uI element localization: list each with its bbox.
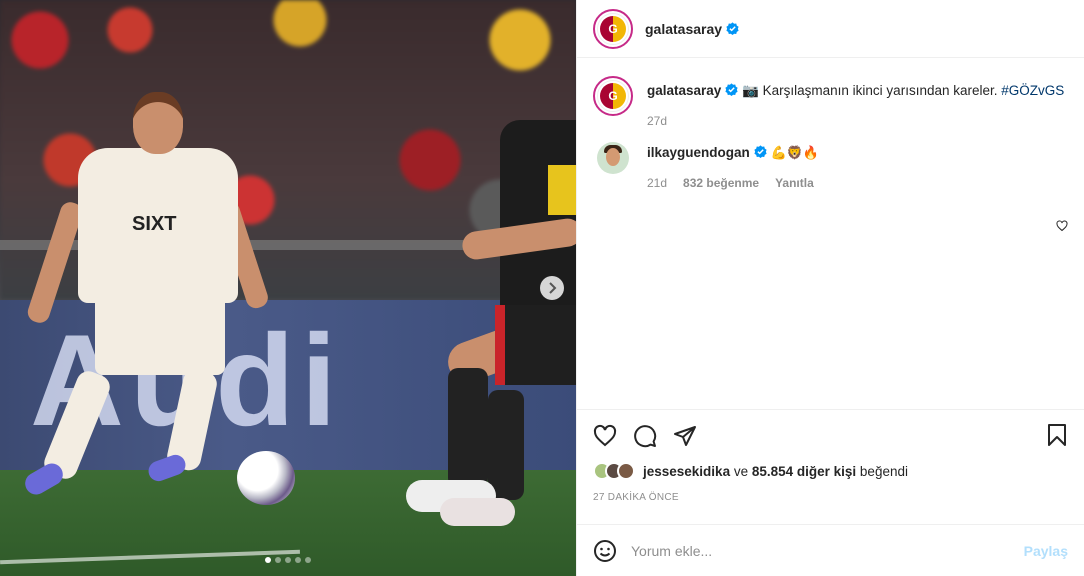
chevron-right-icon <box>549 282 557 294</box>
caption-text: galatasaray 📷 Karşılaşmanın ikinci yarıs… <box>647 82 1068 100</box>
verified-badge-icon <box>754 145 767 158</box>
commenter-username[interactable]: ilkayguendogan <box>647 145 750 160</box>
post-comment-button[interactable]: Paylaş <box>1024 543 1068 559</box>
caption-hashtag[interactable]: #GÖZvGS <box>1001 83 1064 98</box>
likes-connector: ve <box>730 463 752 479</box>
liker-avatars[interactable] <box>593 462 635 480</box>
caption-avatar[interactable]: G <box>593 76 633 116</box>
opponent-sock <box>448 368 488 488</box>
liker-avatar <box>617 462 635 480</box>
comment-reply-button[interactable]: Yanıtla <box>775 176 814 190</box>
likes-summary: jessesekidika ve 85.854 diğer kişi beğen… <box>593 462 1068 480</box>
post-header: G galatasaray <box>577 0 1084 58</box>
likes-others-link[interactable]: 85.854 diğer kişi <box>752 464 856 479</box>
comment-row: ilkayguendogan 💪🦁🔥 21d 832 beğenme Yanıt… <box>593 142 1068 190</box>
commenter-avatar[interactable] <box>597 142 629 174</box>
galatasaray-logo-icon: G <box>600 15 626 42</box>
opponent-shorts <box>495 305 576 385</box>
comment-message: 💪🦁🔥 <box>770 145 820 160</box>
author-avatar[interactable]: G <box>593 8 633 49</box>
post-actions: jessesekidika ve 85.854 diğer kişi beğen… <box>577 409 1084 524</box>
comment-text: ilkayguendogan 💪🦁🔥 <box>647 144 1068 162</box>
comment-body: ilkayguendogan 💪🦁🔥 21d 832 beğenme Yanıt… <box>647 142 1068 190</box>
sponsor-logo: SIXT <box>132 213 177 235</box>
camera-emoji: 📷 <box>742 83 759 98</box>
caption-body: galatasaray 📷 Karşılaşmanın ikinci yarıs… <box>647 76 1068 128</box>
post-timestamp[interactable]: 27 DAKİKA ÖNCE <box>593 492 1068 503</box>
player-head <box>133 92 183 154</box>
first-liker-username[interactable]: jessesekidika <box>643 464 730 479</box>
carousel-dot <box>295 557 301 563</box>
player-shorts <box>95 295 225 375</box>
carousel-dot <box>265 557 271 563</box>
action-bar <box>593 422 1068 450</box>
instagram-post: Audi SIXT G <box>0 0 1084 576</box>
carousel-dot <box>275 557 281 563</box>
verified-badge-icon <box>725 83 738 96</box>
author-username[interactable]: galatasaray <box>645 21 722 37</box>
comment-bubble-icon[interactable] <box>633 424 657 448</box>
carousel-indicator <box>0 557 576 563</box>
carousel-dot <box>305 557 311 563</box>
post-media[interactable]: Audi SIXT <box>0 0 576 576</box>
comments-section: G galatasaray 📷 Karşılaşmanın ikinci yar… <box>577 58 1084 409</box>
likes-suffix: beğendi <box>856 463 908 479</box>
comment-input[interactable] <box>631 542 1024 559</box>
galatasaray-logo-icon: G <box>600 83 626 109</box>
caption-username[interactable]: galatasaray <box>647 83 721 98</box>
caption-meta: 27d <box>647 114 1068 128</box>
save-bookmark-icon[interactable] <box>1046 423 1068 447</box>
carousel-next-button[interactable] <box>540 276 564 300</box>
football <box>237 451 295 505</box>
comment-age[interactable]: 21d <box>647 176 667 190</box>
add-comment-bar: Paylaş <box>577 524 1084 576</box>
share-paper-plane-icon[interactable] <box>673 424 697 448</box>
comment-like-count[interactable]: 832 beğenme <box>683 176 759 190</box>
post-side-panel: G galatasaray G galatasaray 📷 Karşılaşma… <box>576 0 1084 576</box>
emoji-smiley-icon[interactable] <box>593 539 617 563</box>
opponent-kit-detail <box>548 165 576 215</box>
opponent-sock <box>488 390 524 500</box>
like-heart-icon[interactable] <box>593 424 617 448</box>
comment-like-heart-icon[interactable] <box>1056 220 1068 232</box>
comment-meta: 21d 832 beğenme Yanıtla <box>647 176 1068 190</box>
caption-row: G galatasaray 📷 Karşılaşmanın ikinci yar… <box>593 76 1068 128</box>
caption-age[interactable]: 27d <box>647 114 667 128</box>
opponent-boot <box>440 498 515 526</box>
caption-message: Karşılaşmanın ikinci yarısından kareler. <box>758 83 1002 98</box>
carousel-dot <box>285 557 291 563</box>
verified-badge-icon <box>726 22 739 35</box>
avatar-face <box>606 148 620 166</box>
